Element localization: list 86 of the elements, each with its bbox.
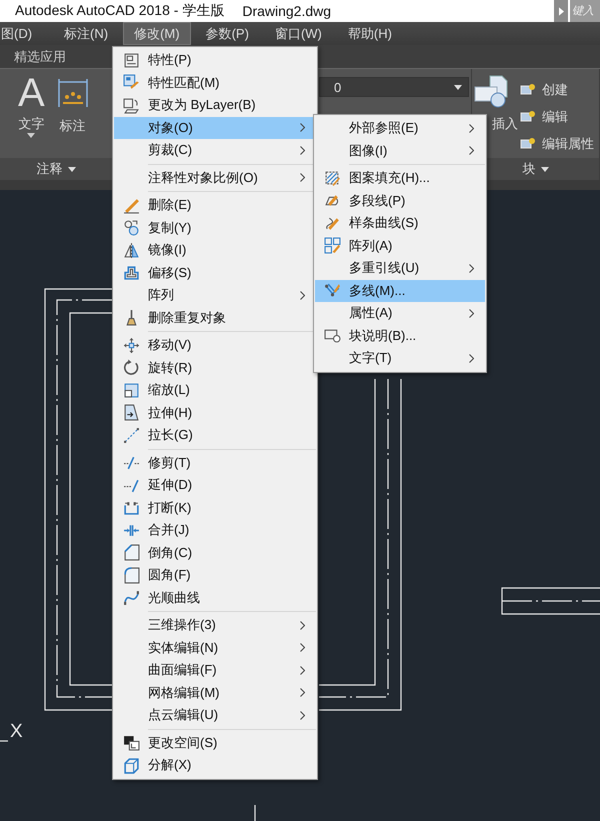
drawing-line [254, 805, 256, 821]
chevron-icon [469, 146, 474, 156]
ribbon-tab[interactable]: 精选应用 [8, 46, 72, 66]
layer-dropdown[interactable]: 0 [319, 77, 469, 97]
menu-bar-item[interactable]: 帮助(H) [336, 22, 403, 45]
menu-item[interactable]: 偏移(S) [114, 262, 316, 284]
block-tool-button[interactable]: 创建 [520, 79, 594, 100]
chevron-icon [469, 264, 474, 273]
chevron-icon [300, 173, 305, 182]
block-icon [520, 108, 536, 124]
dimension-icon [56, 77, 89, 109]
document-name: Drawing2.dwg [242, 3, 332, 19]
menu-item[interactable]: 属性(A) [315, 302, 485, 324]
menu-item[interactable]: 拉伸(H) [114, 402, 316, 424]
menu-bar-item[interactable]: 图(D) [0, 22, 44, 45]
chevron-icon [300, 688, 305, 698]
chevron-icon [469, 308, 474, 318]
menu-item[interactable]: 光顺曲线 [114, 586, 316, 609]
menu-item[interactable]: 块说明(B)... [315, 324, 485, 347]
menu-item[interactable]: 更改空间(S) [114, 732, 316, 754]
menu-item[interactable]: 删除(E) [114, 194, 316, 216]
dimension-tool-button[interactable]: 标注 [52, 69, 93, 158]
chevron-icon [300, 643, 305, 652]
block-icon [520, 136, 536, 152]
menu-item[interactable]: 多线(M)... [315, 280, 485, 302]
menu-item[interactable]: 剪裁(C) [114, 139, 316, 162]
menu-item[interactable]: 特性匹配(M) [114, 72, 316, 94]
menu-bar-item[interactable]: 标注(N) [53, 22, 120, 45]
axis-label: X [10, 721, 23, 743]
menu-item[interactable]: 文字(T) [315, 347, 485, 370]
menu-bar-item[interactable]: 修改(M) [123, 22, 191, 45]
menu-item[interactable]: 倒角(C) [114, 542, 316, 564]
menu-item[interactable]: 网格编辑(M) [114, 682, 316, 704]
menu-item[interactable]: 曲面编辑(F) [114, 659, 316, 682]
window-title: Autodesk AutoCAD 2018 - 学生版 [15, 2, 224, 20]
menu-item[interactable]: 镜像(I) [114, 239, 316, 262]
caret-icon [454, 84, 462, 90]
caret-icon [27, 133, 36, 138]
insert-label[interactable]: 插入 [489, 115, 518, 133]
menu-item[interactable]: 拉长(G) [114, 424, 316, 446]
menu-item[interactable]: 修剪(T) [114, 452, 316, 474]
menu-item[interactable]: 注释性对象比例(O) [114, 166, 316, 189]
menu-item[interactable]: 复制(Y) [114, 216, 316, 239]
chevron-icon [300, 620, 305, 630]
menu-bar-item[interactable]: 参数(P) [194, 22, 260, 45]
menu-item[interactable]: 外部参照(E) [315, 117, 485, 140]
menu-item[interactable]: 旋转(R) [114, 356, 316, 379]
search-field[interactable]: 键入 [570, 0, 600, 22]
block-icon [520, 82, 536, 98]
text-tool-button[interactable]: A 文字 [14, 69, 49, 158]
chevron-icon [300, 123, 305, 132]
caret-icon [540, 166, 548, 172]
menu-item[interactable]: 三维操作(3) [114, 614, 316, 636]
chevron-icon [469, 354, 474, 363]
chevron-icon [300, 290, 305, 300]
menu-item[interactable]: 多重引线(U) [315, 257, 485, 280]
menu-item[interactable]: 合并(J) [114, 519, 316, 542]
panel-title[interactable]: 注释 [0, 158, 112, 180]
menu-item[interactable]: 阵列(A) [315, 234, 485, 257]
menu-item[interactable]: 打断(K) [114, 496, 316, 519]
menu-item[interactable]: 点云编辑(U) [114, 704, 316, 726]
menu-item[interactable]: 更改为 ByLayer(B) [114, 94, 316, 116]
menu-item[interactable]: 分解(X) [114, 754, 316, 776]
block-tool-button[interactable]: 编辑 [520, 106, 594, 127]
menu-item[interactable]: 阵列 [114, 284, 316, 306]
menu-item[interactable]: 样条曲线(S) [315, 212, 485, 234]
chevron-icon [469, 124, 474, 133]
expand-button[interactable] [554, 0, 568, 22]
menu-item[interactable]: 删除重复对象 [114, 306, 316, 329]
play-icon [558, 6, 564, 16]
menu-item[interactable]: 缩放(L) [114, 379, 316, 402]
menu-item[interactable]: 延伸(D) [114, 474, 316, 496]
menu-item[interactable]: 移动(V) [114, 334, 316, 356]
menu-bar-item[interactable]: 窗口(W) [264, 22, 333, 45]
menu-item[interactable]: 实体编辑(N) [114, 636, 316, 659]
menu-item[interactable]: 对象(O) [114, 116, 316, 139]
insert-block-icon[interactable] [474, 75, 508, 109]
chevron-icon [300, 146, 305, 155]
menu-item[interactable]: 多段线(P) [315, 190, 485, 212]
block-tool-button[interactable]: 编辑属性 [520, 133, 594, 154]
menu-item[interactable]: 圆角(F) [114, 564, 316, 586]
caret-icon [68, 166, 76, 172]
axis-line [0, 740, 8, 742]
chevron-icon [300, 666, 305, 675]
chevron-icon [300, 710, 305, 720]
menu-item[interactable]: 特性(P) [114, 49, 316, 72]
